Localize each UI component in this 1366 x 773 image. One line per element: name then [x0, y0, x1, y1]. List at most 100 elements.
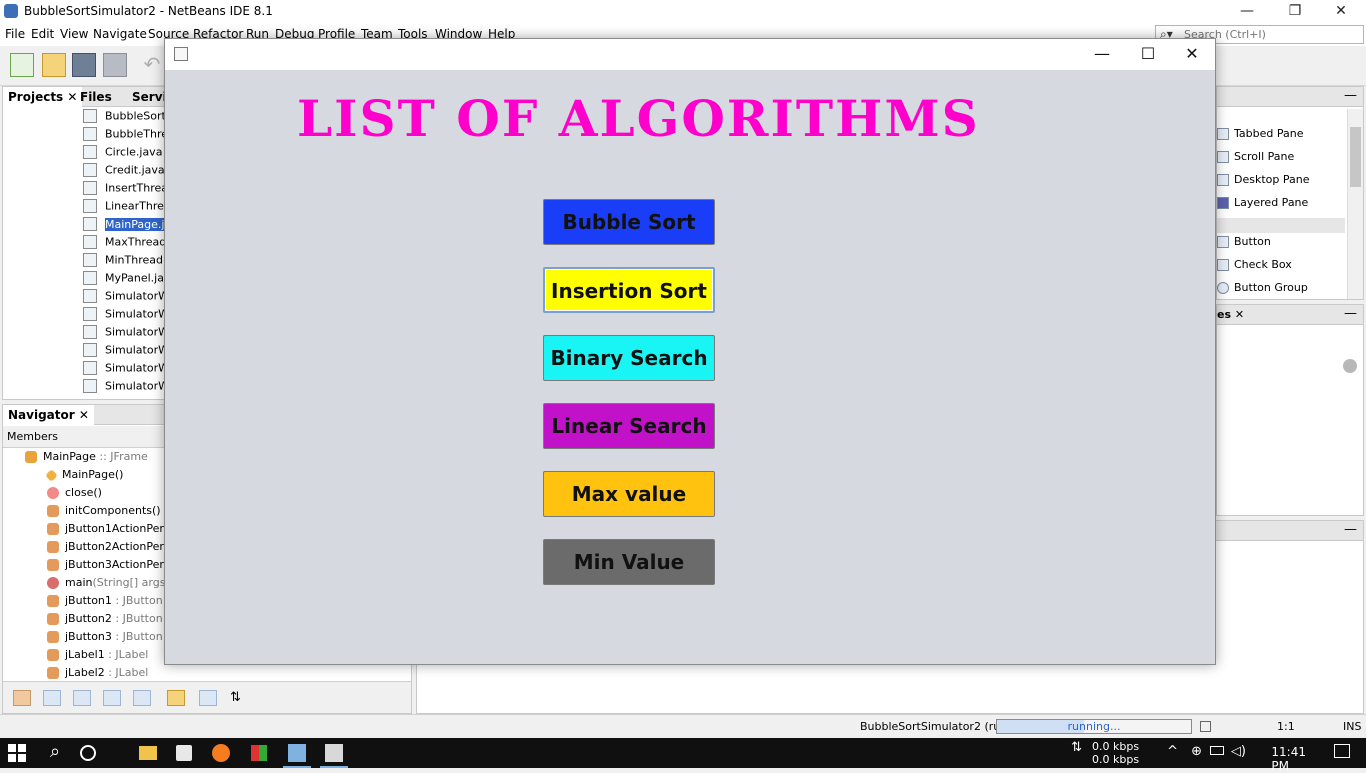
save-all-icon[interactable] [103, 53, 127, 77]
menu-edit[interactable]: Edit [31, 27, 54, 41]
java-file-icon [83, 163, 97, 177]
cancel-task-icon[interactable] [1200, 721, 1211, 732]
scrollbar-thumb[interactable] [1350, 127, 1361, 187]
file-item[interactable]: Circle.java [83, 145, 162, 163]
open-project-icon[interactable] [72, 53, 96, 77]
nav-item-method[interactable]: jButton1ActionPerfo [47, 522, 174, 540]
java-file-icon [83, 127, 97, 141]
tab-projects[interactable]: Projects ✕ [3, 87, 83, 107]
nav-item-method[interactable]: jButton3ActionPerfo [47, 558, 174, 576]
nav-item-method[interactable]: main(String[] args) [47, 576, 170, 594]
minimize-panel-icon[interactable]: — [1344, 522, 1357, 537]
tab-navigator[interactable]: Navigator ✕ [3, 405, 94, 425]
ide-title-bar: BubbleSortSimulator2 - NetBeans IDE 8.1 … [0, 0, 1366, 24]
java-file-icon [83, 235, 97, 249]
app-icon[interactable] [251, 745, 267, 761]
palette-item-tabbed-pane[interactable]: Tabbed Pane [1217, 127, 1303, 147]
lock-filter-icon[interactable] [103, 690, 121, 706]
inherited-members-icon[interactable] [13, 690, 31, 706]
chevron-up-icon[interactable]: ^ [1167, 744, 1178, 759]
notification-icon[interactable] [1334, 744, 1350, 758]
app-maximize-button[interactable]: ☐ [1125, 39, 1171, 70]
file-item[interactable]: InsertThread [83, 181, 175, 199]
tab-properties[interactable]: es ✕ [1217, 308, 1244, 321]
palette-item-desktop-pane[interactable]: Desktop Pane [1217, 173, 1309, 193]
firefox-icon[interactable] [212, 744, 230, 762]
close-icon[interactable]: ✕ [79, 408, 89, 422]
tab-files[interactable]: Files [75, 87, 117, 107]
nav-item-field[interactable]: jButton3 : JButton [47, 630, 163, 648]
help-icon[interactable] [1343, 359, 1357, 373]
ide-minimize-button[interactable]: — [1224, 0, 1270, 24]
globe-icon[interactable]: ⊕ [1191, 744, 1202, 759]
palette-item-button[interactable]: Button [1217, 235, 1271, 255]
sort-by-name-icon[interactable]: ⇅ [229, 690, 247, 706]
java-file-icon [83, 289, 97, 303]
app-minimize-button[interactable]: — [1079, 39, 1125, 70]
file-item[interactable]: MaxThread.j [83, 235, 173, 253]
close-icon[interactable]: ✕ [1235, 308, 1244, 321]
file-item[interactable]: MinThread.ja [83, 253, 176, 271]
palette-item-layered-pane[interactable]: Layered Pane [1217, 196, 1308, 216]
java-app-taskbar-icon[interactable] [325, 744, 343, 762]
undo-icon[interactable]: ↶ [140, 53, 164, 77]
run-progress-bar[interactable]: running... [996, 719, 1192, 734]
tabbed-pane-icon [1217, 128, 1229, 140]
nav-item-class[interactable]: MainPage :: JFrame [25, 450, 148, 468]
algorithms-window: — ☐ ✕ LIST OF ALGORITHMS Bubble Sort Ins… [164, 38, 1216, 665]
palette-category-header[interactable] [1217, 218, 1345, 233]
palette-item-check-box[interactable]: Check Box [1217, 258, 1292, 278]
app-title-bar: — ☐ ✕ [165, 39, 1215, 70]
new-project-icon[interactable] [42, 53, 66, 77]
netbeans-taskbar-icon[interactable] [288, 744, 306, 762]
app-close-button[interactable]: ✕ [1169, 39, 1215, 70]
cortana-icon[interactable] [80, 745, 96, 761]
palette-item-scroll-pane[interactable]: Scroll Pane [1217, 150, 1294, 170]
volume-icon[interactable]: ◁) [1231, 744, 1246, 759]
ide-close-button[interactable]: ✕ [1318, 0, 1364, 24]
linear-search-button[interactable]: Linear Search [543, 403, 715, 449]
insertion-sort-button[interactable]: Insertion Sort [543, 267, 715, 313]
ide-restore-button[interactable]: ❐ [1272, 0, 1318, 24]
non-public-filter-icon[interactable] [133, 690, 151, 706]
nav-item-method[interactable]: close() [47, 486, 102, 504]
store-icon[interactable] [176, 745, 192, 761]
max-value-button[interactable]: Max value [543, 471, 715, 517]
button-icon [1217, 236, 1229, 248]
palette-item-button-group[interactable]: Button Group [1217, 281, 1308, 301]
clock[interactable]: 11:41 PM [1271, 745, 1306, 773]
binary-search-button[interactable]: Binary Search [543, 335, 715, 381]
bubble-sort-button[interactable]: Bubble Sort [543, 199, 715, 245]
fqn-icon[interactable] [167, 690, 185, 706]
static-filter-icon[interactable] [73, 690, 91, 706]
minimize-panel-icon[interactable]: — [1344, 88, 1357, 103]
min-value-button[interactable]: Min Value [543, 539, 715, 585]
menu-file[interactable]: File [5, 27, 25, 41]
file-item-selected[interactable]: MainPage.ja [83, 217, 172, 235]
ide-status-bar: BubbleSortSimulator2 (run) running... 1:… [0, 714, 1366, 738]
nav-item-constructor[interactable]: MainPage() [45, 468, 123, 486]
nav-item-field[interactable]: jButton2 : JButton [47, 612, 163, 630]
java-app-icon [174, 47, 188, 61]
nav-item-field[interactable]: jLabel1 : JLabel [47, 648, 148, 666]
battery-icon[interactable] [1210, 746, 1224, 755]
search-icon[interactable]: ⌕ [44, 742, 66, 764]
minimize-panel-icon[interactable]: — [1344, 306, 1357, 321]
menu-navigate[interactable]: Navigate [93, 27, 147, 41]
file-explorer-icon[interactable] [139, 746, 157, 760]
button-group-icon [1217, 282, 1229, 294]
nav-item-method[interactable]: initComponents() [47, 504, 161, 522]
palette-scrollbar[interactable] [1347, 109, 1363, 299]
fields-filter-icon[interactable] [43, 690, 61, 706]
new-file-icon[interactable] [10, 53, 34, 77]
file-item[interactable]: BubbleThrea [83, 127, 175, 145]
file-item[interactable]: Credit.java [83, 163, 165, 181]
menu-view[interactable]: View [60, 27, 88, 41]
start-icon[interactable] [8, 744, 26, 762]
field-icon [47, 667, 59, 679]
file-item[interactable]: BubbleSortSi [83, 109, 176, 127]
nav-item-method[interactable]: jButton2ActionPerfo [47, 540, 174, 558]
class-icon [25, 451, 37, 463]
nav-item-field[interactable]: jButton1 : JButton [47, 594, 163, 612]
sort-by-source-icon[interactable] [199, 690, 217, 706]
